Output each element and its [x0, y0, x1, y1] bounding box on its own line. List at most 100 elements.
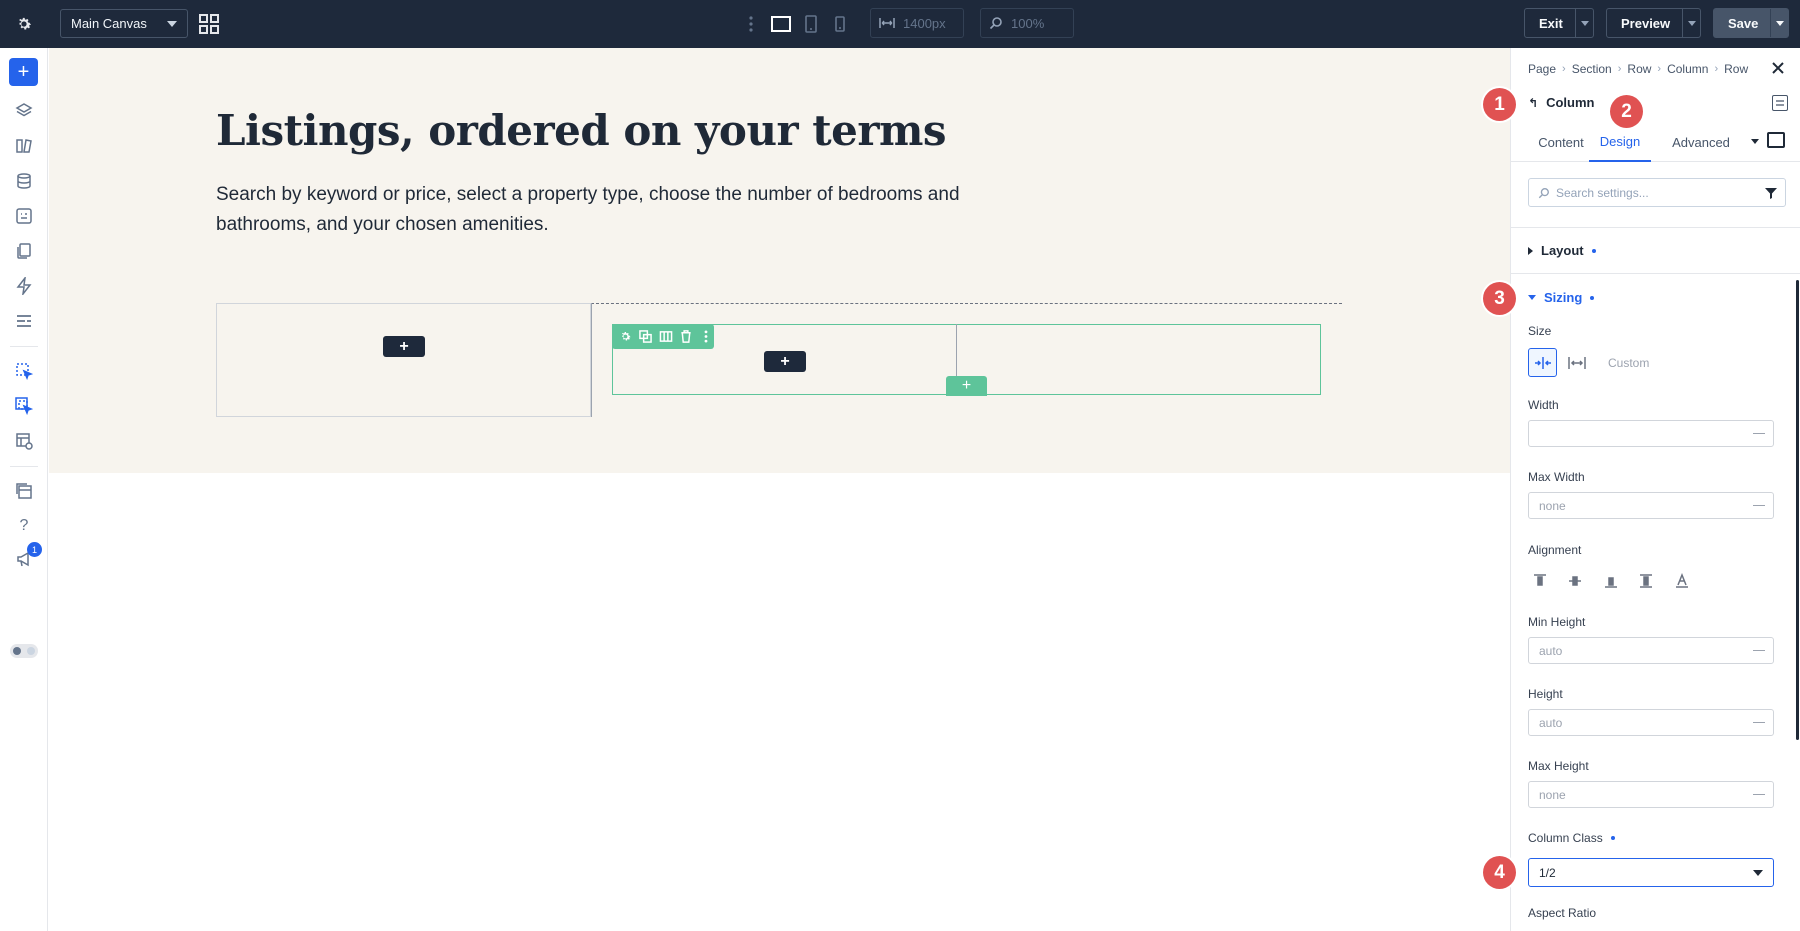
align-top-icon[interactable] — [1530, 571, 1550, 591]
canvas-select-value: Main Canvas — [71, 16, 147, 31]
preview-dropdown-icon[interactable] — [1682, 9, 1700, 37]
notification-badge: 1 — [27, 542, 42, 557]
form-icon[interactable] — [13, 205, 35, 227]
unit-dash-icon — [1753, 722, 1765, 723]
breadcrumb: Page › Section › Row › Column › Row — [1528, 62, 1748, 76]
unit-dash-icon — [1753, 505, 1765, 506]
exit-dropdown-icon[interactable] — [1574, 9, 1593, 37]
height-value: auto — [1539, 715, 1563, 730]
max-width-value: none — [1539, 498, 1566, 513]
columns-icon[interactable] — [658, 329, 673, 345]
phone-view-icon[interactable] — [828, 12, 852, 36]
size-fill-button[interactable] — [1562, 348, 1591, 377]
database-icon[interactable] — [13, 170, 35, 192]
max-height-input[interactable]: none — [1528, 781, 1774, 808]
panel-options-icon[interactable] — [1772, 95, 1788, 111]
undo-icon[interactable]: ↰ — [1528, 96, 1538, 110]
layers-icon[interactable] — [13, 100, 35, 122]
toggle-icon[interactable] — [10, 644, 38, 658]
preview-button[interactable]: Preview — [1606, 8, 1702, 38]
close-icon[interactable] — [1770, 60, 1788, 78]
element-name: Column — [1546, 95, 1595, 110]
pointer-multi-icon[interactable] — [13, 395, 35, 417]
add-module-button[interactable]: + — [383, 336, 425, 357]
library-icon[interactable] — [13, 135, 35, 157]
trash-icon[interactable] — [679, 329, 694, 345]
more-vertical-icon[interactable] — [746, 12, 756, 36]
breadcrumb-section[interactable]: Section — [1572, 62, 1612, 76]
exit-button[interactable]: Exit — [1524, 8, 1594, 38]
tab-content[interactable]: Content — [1523, 122, 1599, 162]
expand-icon — [1567, 356, 1586, 369]
save-dropdown-icon[interactable] — [1770, 9, 1788, 37]
preset-icon[interactable] — [1767, 132, 1785, 148]
size-custom-option[interactable]: Custom — [1608, 356, 1649, 370]
max-width-input[interactable]: none — [1528, 492, 1774, 519]
desktop-view-icon[interactable] — [769, 12, 793, 36]
min-height-input[interactable]: auto — [1528, 637, 1774, 664]
add-row-button[interactable]: + — [946, 376, 987, 396]
left-column[interactable] — [216, 303, 591, 417]
chevron-right-icon: › — [1562, 63, 1566, 75]
layout-icon[interactable] — [13, 480, 35, 502]
pointer-select-icon[interactable] — [13, 360, 35, 382]
filter-icon[interactable] — [1765, 187, 1777, 199]
modified-dot-icon — [1591, 248, 1596, 253]
breadcrumb-page[interactable]: Page — [1528, 62, 1556, 76]
save-button[interactable]: Save — [1713, 8, 1790, 38]
chevron-down-icon[interactable] — [1751, 139, 1759, 144]
top-toolbar: Main Canvas 1400px 100% Exit Preview Sav… — [0, 0, 1800, 48]
zoom-value: 100% — [1011, 15, 1045, 31]
hero-section[interactable]: Listings, ordered on your terms Search b… — [49, 48, 1510, 473]
row-outline — [591, 303, 1342, 304]
template-settings-icon[interactable] — [13, 430, 35, 452]
page-description: Search by keyword or price, select a pro… — [216, 184, 960, 235]
lightning-icon[interactable] — [13, 275, 35, 297]
duplicate-icon[interactable] — [638, 329, 653, 345]
height-input[interactable]: auto — [1528, 709, 1774, 736]
max-width-label: Max Width — [1528, 470, 1585, 484]
zoom-field[interactable]: 100% — [980, 8, 1074, 38]
panel-tabs: Content Design Advanced — [1511, 122, 1800, 162]
step-marker-1: 1 — [1483, 88, 1516, 121]
breadcrumb-row-current[interactable]: Row — [1724, 62, 1748, 76]
modified-dot-icon — [1590, 295, 1595, 300]
add-icon[interactable]: + — [9, 58, 38, 86]
align-bottom-icon[interactable] — [1601, 571, 1621, 591]
align-center-icon[interactable] — [1565, 571, 1585, 591]
caret-down-icon — [1528, 295, 1536, 300]
tablet-view-icon[interactable] — [799, 12, 823, 36]
align-baseline-icon[interactable] — [1672, 571, 1692, 591]
builder-canvas[interactable]: Listings, ordered on your terms Search b… — [49, 48, 1510, 931]
canvas-select[interactable]: Main Canvas — [60, 9, 188, 38]
help-icon[interactable]: ? — [13, 515, 35, 537]
add-module-button[interactable]: + — [764, 351, 806, 372]
left-rail: + ? 1 — [0, 48, 48, 931]
group-sizing[interactable]: Sizing — [1528, 290, 1595, 305]
column-class-select[interactable]: 1/2 — [1528, 858, 1774, 887]
pages-icon[interactable] — [13, 240, 35, 262]
more-vertical-icon[interactable] — [699, 329, 714, 345]
preview-label: Preview — [1621, 15, 1671, 31]
tab-design[interactable]: Design — [1589, 122, 1651, 162]
step-marker-2: 2 — [1610, 95, 1643, 128]
list-icon[interactable] — [13, 310, 35, 332]
panel-scrollbar[interactable] — [1796, 280, 1799, 740]
settings-search-input[interactable]: Search settings... — [1528, 178, 1786, 207]
width-input[interactable] — [1528, 420, 1774, 447]
chevron-right-icon: › — [1714, 63, 1719, 75]
gear-icon[interactable] — [12, 12, 36, 36]
caret-right-icon — [1528, 246, 1533, 255]
grid-icon[interactable] — [198, 13, 220, 35]
align-stretch-icon[interactable] — [1636, 571, 1656, 591]
panel-element-title: ↰ Column — [1528, 95, 1594, 110]
gear-icon[interactable] — [618, 329, 633, 345]
group-layout[interactable]: Layout — [1528, 243, 1596, 258]
breadcrumb-row[interactable]: Row — [1627, 62, 1651, 76]
breadcrumb-column[interactable]: Column — [1667, 62, 1708, 76]
group-layout-label: Layout — [1541, 243, 1584, 258]
canvas-width-field[interactable]: 1400px — [870, 8, 964, 38]
size-shrink-button[interactable] — [1528, 348, 1557, 377]
tab-advanced[interactable]: Advanced — [1661, 122, 1741, 162]
aspect-ratio-label: Aspect Ratio — [1528, 906, 1597, 920]
